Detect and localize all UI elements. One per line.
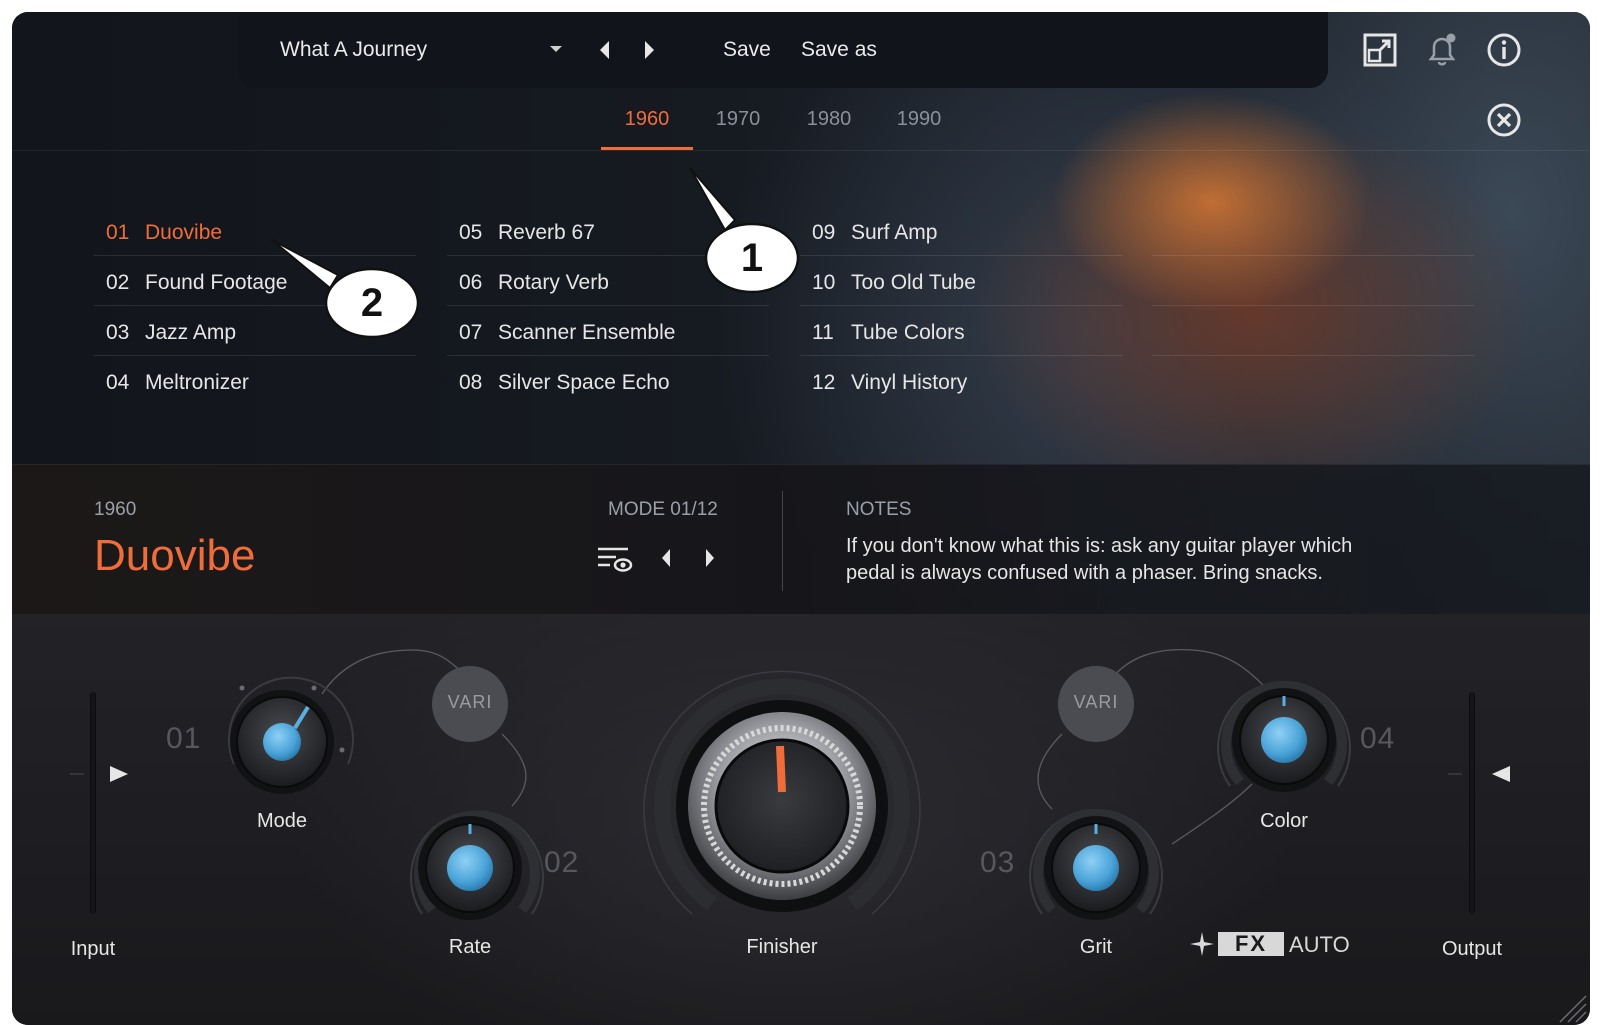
app-root: What A Journey Save Save as 1960 1970 19…	[0, 0, 1600, 1025]
callout-1	[271, 167, 800, 339]
callout-1-number: 1	[740, 236, 764, 280]
callout-2-number: 2	[360, 281, 384, 325]
